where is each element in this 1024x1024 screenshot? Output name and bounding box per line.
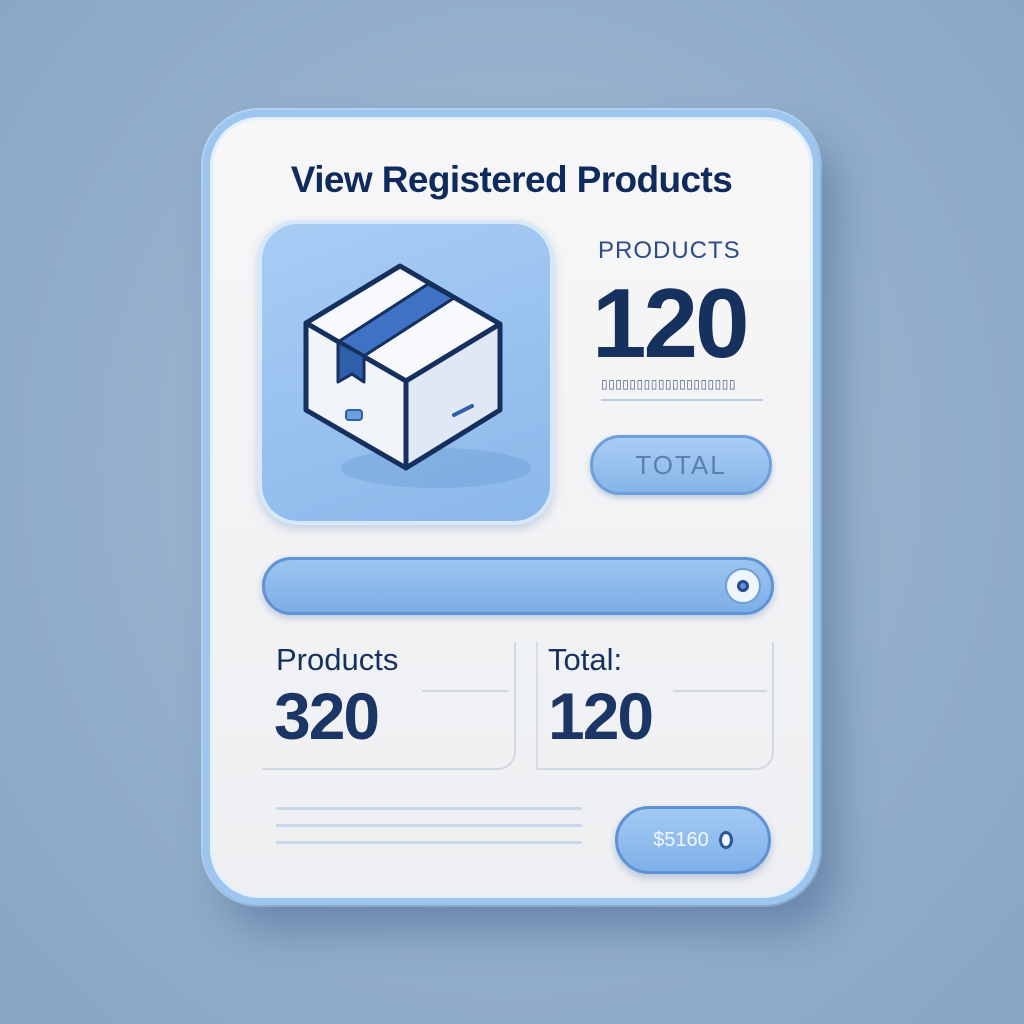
package-box-icon (303, 263, 531, 488)
total-stat-label: Total: (548, 642, 623, 677)
search-icon (737, 580, 749, 592)
amount-button[interactable]: $5160 (615, 806, 771, 874)
total-stat-box: Total: 120 (536, 642, 774, 770)
products-card: View Registered Products PRODUCTS 120 ▯▯… (203, 110, 820, 905)
search-button[interactable] (725, 568, 761, 604)
divider (422, 690, 508, 692)
products-count-value: 120 (592, 268, 750, 378)
total-button[interactable]: TOTAL (590, 435, 772, 495)
products-stat-label: Products (276, 642, 399, 677)
dot-icon (718, 831, 733, 849)
total-stat-value: 120 (548, 679, 654, 753)
products-stat-box: Products 320 (262, 642, 516, 770)
divider (673, 690, 767, 692)
placeholder-text-lines (276, 807, 582, 858)
text-line (276, 841, 582, 844)
product-icon-tile[interactable] (258, 220, 554, 525)
text-line (276, 807, 582, 810)
products-stat-value: 320 (274, 679, 380, 753)
products-count-label: PRODUCTS (598, 237, 741, 264)
text-line (276, 824, 582, 827)
page-title: View Registered Products (290, 159, 733, 200)
divider (601, 399, 763, 401)
amount-button-label: $5160 (653, 828, 709, 851)
products-count-subtext: ▯▯▯▯▯▯▯▯▯▯▯▯▯▯▯▯▯▯▯ (601, 377, 736, 391)
search-input[interactable] (287, 570, 691, 604)
search-bar[interactable] (262, 557, 774, 615)
